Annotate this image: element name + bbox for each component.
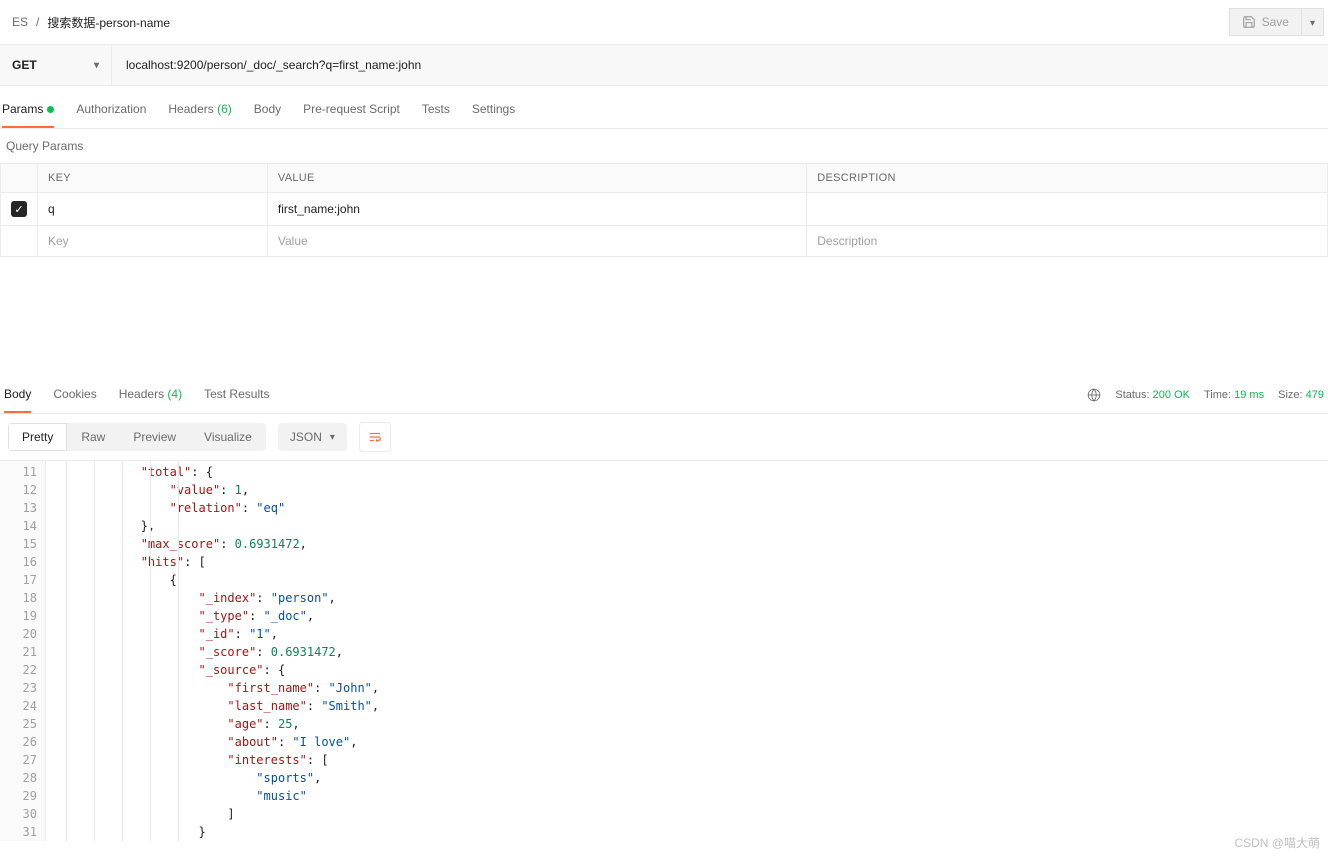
tab-tests[interactable]: Tests [422, 92, 450, 128]
view-preview[interactable]: Preview [119, 423, 190, 451]
size-label: Size: 479 [1278, 389, 1324, 401]
tab-headers[interactable]: Headers (6) [168, 92, 231, 128]
cell-desc-placeholder[interactable]: Description [807, 226, 1328, 257]
code-line: "max_score": 0.6931472, [54, 535, 1328, 553]
query-params-title: Query Params [0, 129, 1328, 163]
cell-key[interactable]: q [38, 193, 268, 226]
code-line: "sports", [54, 769, 1328, 787]
rtab-body[interactable]: Body [4, 377, 31, 413]
rtab-test-results[interactable]: Test Results [204, 377, 269, 413]
breadcrumb: ES / 搜索数据-person-name [12, 14, 170, 31]
code-line: "total": { [54, 463, 1328, 481]
method-select[interactable]: GET ▾ [0, 45, 112, 85]
tab-settings[interactable]: Settings [472, 92, 515, 128]
code-line: "_type": "_doc", [54, 607, 1328, 625]
tab-authorization[interactable]: Authorization [76, 92, 146, 128]
wrap-lines-button[interactable] [359, 422, 391, 452]
code-line: "about": "I love", [54, 733, 1328, 751]
code-line: "relation": "eq" [54, 499, 1328, 517]
save-button[interactable]: Save [1229, 8, 1302, 36]
code-line: "_source": { [54, 661, 1328, 679]
code-line: } [54, 823, 1328, 841]
code-line: "music" [54, 787, 1328, 805]
query-params-table: KEY VALUE DESCRIPTION ✓ q first_name:joh… [0, 163, 1328, 257]
format-value: JSON [290, 430, 322, 444]
code-line: "_score": 0.6931472, [54, 643, 1328, 661]
rtab-headers[interactable]: Headers (4) [119, 377, 182, 413]
col-key: KEY [38, 164, 268, 193]
code-line: ] [54, 805, 1328, 823]
code-line: "_index": "person", [54, 589, 1328, 607]
code-line: "last_name": "Smith", [54, 697, 1328, 715]
rtab-cookies[interactable]: Cookies [53, 377, 96, 413]
method-value: GET [12, 58, 37, 72]
chevron-down-icon: ▾ [330, 432, 335, 443]
url-value: localhost:9200/person/_doc/_search?q=fir… [126, 58, 421, 72]
wrap-icon [368, 430, 382, 444]
cell-key-placeholder[interactable]: Key [38, 226, 268, 257]
response-tabs: Body Cookies Headers (4) Test Results [4, 377, 269, 413]
tab-params[interactable]: Params [2, 92, 54, 128]
col-value: VALUE [267, 164, 806, 193]
code-line: "first_name": "John", [54, 679, 1328, 697]
url-input[interactable]: localhost:9200/person/_doc/_search?q=fir… [112, 45, 1328, 85]
format-select[interactable]: JSON ▾ [278, 423, 347, 451]
line-gutter: 1112131415161718192021222324252627282930… [0, 461, 46, 841]
globe-icon[interactable] [1087, 388, 1101, 402]
save-label: Save [1262, 15, 1289, 29]
chevron-down-icon: ▾ [94, 60, 99, 71]
code-line: "age": 25, [54, 715, 1328, 733]
request-tabs: Params Authorization Headers (6) Body Pr… [0, 92, 1328, 129]
col-checkbox [1, 164, 38, 193]
response-meta: Status: 200 OK Time: 19 ms Size: 479 [1087, 388, 1324, 402]
response-body: 1112131415161718192021222324252627282930… [0, 461, 1328, 841]
breadcrumb-sep: / [36, 15, 39, 29]
cell-value-placeholder[interactable]: Value [267, 226, 806, 257]
watermark: CSDN @喵大萌 [1234, 834, 1320, 851]
code-line: "value": 1, [54, 481, 1328, 499]
time-label: Time: 19 ms [1204, 389, 1264, 401]
view-visualize[interactable]: Visualize [190, 423, 266, 451]
tab-body[interactable]: Body [254, 92, 281, 128]
save-icon [1242, 15, 1256, 29]
save-dropdown[interactable]: ▾ [1302, 8, 1324, 36]
view-raw[interactable]: Raw [67, 423, 119, 451]
chevron-down-icon: ▾ [1310, 18, 1315, 29]
table-row: ✓ q first_name:john [1, 193, 1328, 226]
cell-value[interactable]: first_name:john [267, 193, 806, 226]
table-row-new: Key Value Description [1, 226, 1328, 257]
code-line: "hits": [ [54, 553, 1328, 571]
code-line: { [54, 571, 1328, 589]
cell-description[interactable] [807, 193, 1328, 226]
status-label: Status: 200 OK [1115, 389, 1190, 401]
code-line: "interests": [ [54, 751, 1328, 769]
code-line: }, [54, 517, 1328, 535]
row-checkbox[interactable]: ✓ [11, 201, 27, 217]
view-mode-group: Pretty Raw Preview Visualize [8, 423, 266, 451]
tab-pre-request[interactable]: Pre-request Script [303, 92, 400, 128]
params-active-dot [47, 106, 54, 113]
code-line: "_id": "1", [54, 625, 1328, 643]
col-description: DESCRIPTION [807, 164, 1328, 193]
code-content[interactable]: "total": { "value": 1, "relation": "eq" … [46, 461, 1328, 841]
breadcrumb-name[interactable]: 搜索数据-person-name [47, 14, 170, 31]
view-pretty[interactable]: Pretty [8, 423, 67, 451]
breadcrumb-root[interactable]: ES [12, 15, 28, 29]
